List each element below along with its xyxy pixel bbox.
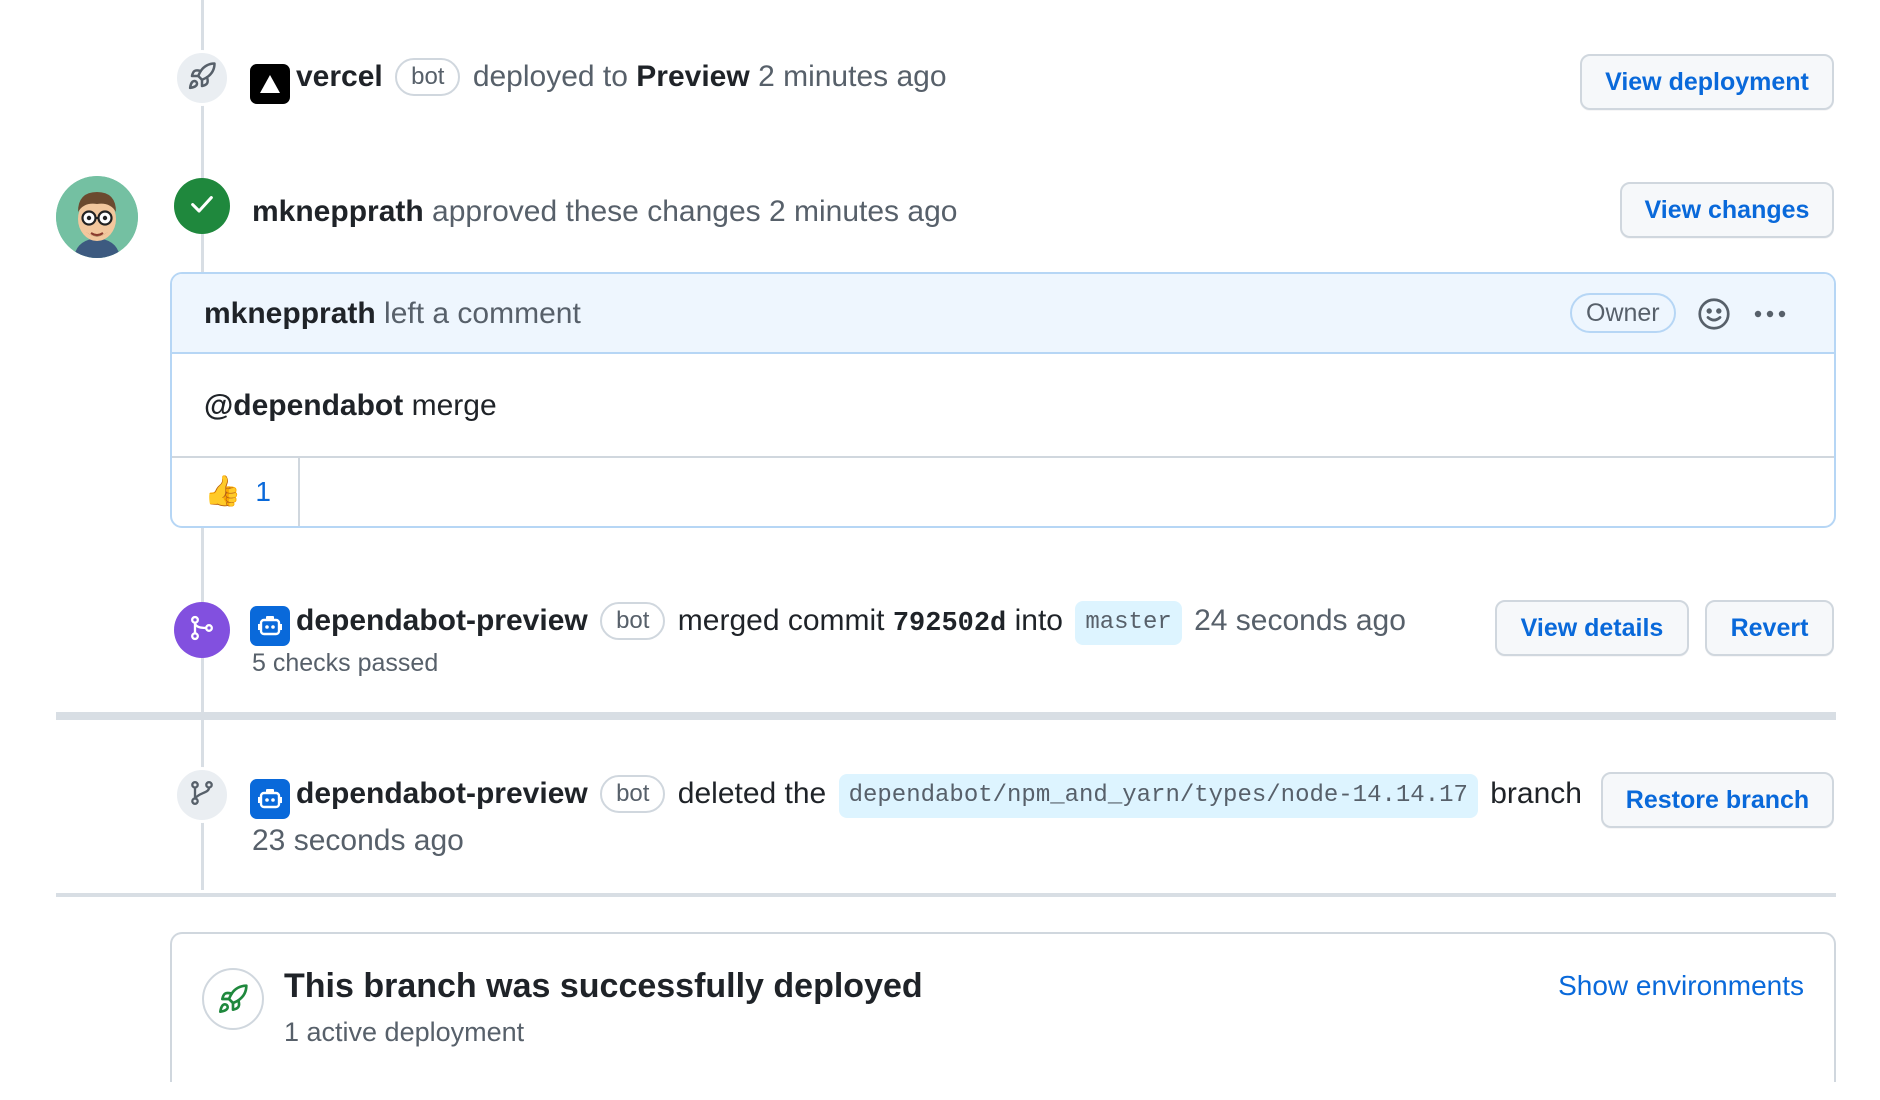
comment-text: @dependabot merge — [204, 386, 497, 426]
comment-header: mknepprath left a comment Owner — [172, 274, 1834, 354]
bot-label: bot — [600, 775, 666, 813]
dependabot-icon — [250, 606, 290, 646]
delete-branch-time[interactable]: 23 seconds ago — [252, 821, 464, 861]
approval-event-badge — [174, 178, 230, 234]
comment-body: @dependabot merge — [172, 354, 1834, 458]
mention-link[interactable]: @dependabot — [204, 389, 403, 422]
reaction-count: 1 — [255, 476, 271, 507]
deploy-event-badge — [174, 50, 230, 106]
merge-icon — [188, 614, 216, 647]
thumbs-up-reaction[interactable]: 👍 1 — [172, 458, 300, 526]
kebab-horizontal-icon[interactable] — [1752, 298, 1788, 335]
view-deployment-button[interactable]: View deployment — [1580, 54, 1834, 110]
bot-label: bot — [600, 602, 666, 640]
revert-button[interactable]: Revert — [1705, 600, 1834, 656]
deleted-branch-label: dependabot/npm_and_yarn/types/node-14.14… — [838, 774, 1478, 818]
review-comment: mknepprath left a comment Owner @dependa… — [170, 272, 1836, 528]
view-changes-button[interactable]: View changes — [1620, 182, 1834, 238]
avatar[interactable] — [56, 176, 138, 258]
merge-author-link[interactable]: dependabot-preview — [296, 604, 588, 637]
deployment-title: This branch was successfully deployed — [284, 967, 923, 1005]
deploy-time[interactable]: 2 minutes ago — [758, 60, 946, 93]
view-details-button[interactable]: View details — [1495, 600, 1689, 656]
deploy-author-link[interactable]: vercel — [296, 60, 383, 93]
comment-body-text: merge — [411, 389, 497, 422]
merge-time[interactable]: 24 seconds ago — [1194, 604, 1406, 637]
smiley-icon[interactable] — [1696, 296, 1732, 337]
comment-action-text: left a comment — [384, 297, 581, 330]
comment-author-link[interactable]: mknepprath — [204, 297, 376, 330]
delete-branch-event-badge — [174, 767, 230, 823]
reactions-bar: 👍 1 — [172, 458, 1834, 526]
bot-label: bot — [395, 58, 461, 96]
git-branch-icon — [188, 779, 216, 812]
owner-label: Owner — [1570, 293, 1676, 333]
merge-action-text: merged commit — [677, 604, 885, 637]
merge-event-text: dependabot-preview bot merged commit 792… — [250, 601, 1406, 646]
restore-branch-button[interactable]: Restore branch — [1601, 772, 1834, 828]
thumbs-up-icon: 👍 — [204, 475, 242, 508]
comment-author-line: mknepprath left a comment — [204, 294, 581, 334]
rocket-icon — [187, 61, 217, 96]
approval-author-link[interactable]: mknepprath — [252, 195, 424, 228]
merge-into-text: into — [1014, 604, 1063, 637]
approval-action-text: approved these changes — [432, 195, 761, 228]
approval-time[interactable]: 2 minutes ago — [769, 195, 957, 228]
delete-branch-event-text: dependabot-preview bot deleted the depen… — [250, 774, 1582, 819]
merge-event-badge — [174, 602, 230, 658]
dependabot-icon — [250, 779, 290, 819]
rocket-icon — [202, 968, 264, 1030]
delete-author-link[interactable]: dependabot-preview — [296, 777, 588, 810]
delete-branch-suffix: branch — [1490, 777, 1582, 810]
timeline-divider — [56, 712, 1836, 720]
checks-summary[interactable]: 5 checks passed — [252, 646, 438, 680]
deploy-event-text: vercel bot deployed to Preview 2 minutes… — [250, 57, 947, 104]
deployment-subtitle: 1 active deployment — [284, 1017, 525, 1047]
timeline-divider — [56, 893, 1836, 897]
show-environments-link[interactable]: Show environments — [1558, 966, 1804, 1006]
deployment-summary: This branch was successfully deployed 1 … — [170, 932, 1836, 1082]
base-branch-label[interactable]: master — [1075, 601, 1182, 645]
deploy-environment: Preview — [636, 60, 750, 93]
commit-sha-link[interactable]: 792502d — [893, 609, 1006, 639]
deploy-action-text: deployed to — [472, 60, 628, 93]
approval-event-text: mknepprath approved these changes 2 minu… — [252, 192, 957, 232]
check-icon — [188, 190, 216, 223]
vercel-triangle-icon — [250, 64, 290, 104]
delete-action-text: deleted the — [677, 777, 827, 810]
